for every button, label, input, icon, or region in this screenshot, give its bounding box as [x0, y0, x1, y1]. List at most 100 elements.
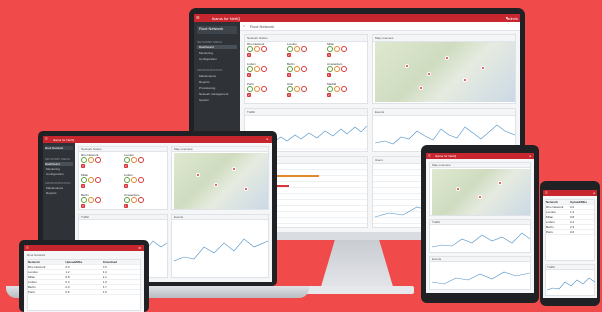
user-icon[interactable]: ●: [529, 154, 531, 158]
status-bad-icon: [340, 66, 347, 72]
node-status-row: [326, 86, 367, 93]
menu-icon[interactable]: ☰: [428, 154, 431, 158]
status-ok-icon: [124, 197, 130, 203]
node-card[interactable]: Paris 2: [247, 82, 287, 97]
map-pin-icon[interactable]: [481, 66, 485, 70]
map-pin-icon[interactable]: [244, 187, 248, 191]
map-pin-icon[interactable]: [419, 86, 423, 90]
node-card[interactable]: London 2: [124, 153, 167, 168]
node-card[interactable]: Berlin 3: [286, 62, 327, 77]
traffic-panel-title: Traffic: [430, 220, 530, 225]
map-pin-icon[interactable]: [445, 56, 449, 60]
map-pin-icon[interactable]: [405, 64, 409, 68]
gear-icon[interactable]: ⚙: [138, 246, 141, 250]
table-row[interactable]: Paris 0.6 1.5: [28, 290, 140, 295]
node-card[interactable]: Amsterdam 1: [124, 193, 167, 208]
sidebar-item-monitoring[interactable]: Monitoring: [199, 51, 213, 55]
map-pin-icon[interactable]: [427, 72, 431, 76]
table-cell: Rho Network: [546, 205, 564, 209]
sidebar-item-provisioning[interactable]: Provisioning: [199, 86, 215, 90]
node-card[interactable]: Lisbon 2: [247, 62, 287, 77]
user-icon[interactable]: ●: [593, 191, 595, 195]
status-ok-icon: [81, 157, 87, 163]
map-pin-icon[interactable]: [196, 173, 200, 177]
node-card[interactable]: Oslo 3: [286, 82, 327, 97]
table-row[interactable]: Paris 0.6: [546, 230, 594, 235]
node-grid: Rho Network 3 London 2 Milan 4 Lisbon 2 Berlin 3 A…: [247, 42, 367, 104]
map-pin-icon[interactable]: [232, 167, 236, 171]
map[interactable]: [432, 169, 530, 215]
menu-icon[interactable]: ☰: [45, 137, 48, 141]
table-header[interactable]: Upload/Mbs: [65, 260, 102, 264]
map-pin-icon[interactable]: [463, 78, 467, 82]
node-card[interactable]: London 2: [286, 42, 327, 57]
status-badge: 3: [247, 53, 251, 57]
sidebar-title[interactable]: Root Network: [197, 26, 237, 34]
nodes-panel: Network Nodes Rho Network 3 London 2 Milan 4 L…: [244, 34, 368, 104]
table-cell: 1.0: [102, 280, 107, 284]
node-card[interactable]: Amsterdam 1: [326, 62, 367, 77]
node-status-row: [124, 157, 167, 164]
breadcrumb: ⌕ Root Network: [240, 22, 520, 31]
traffic-panel-title: Traffic: [546, 265, 594, 270]
sidebar-item-reports[interactable]: Reports: [46, 191, 57, 195]
table-header[interactable]: Network: [28, 260, 65, 264]
sidebar-item-configuration[interactable]: Configuration: [46, 172, 64, 176]
menu-icon[interactable]: ☰: [196, 15, 200, 20]
status-badge: 1: [124, 204, 128, 208]
traffic-chart: [547, 277, 595, 291]
table-cell: 2.1: [102, 275, 107, 279]
node-card[interactable]: Milan 4: [81, 173, 124, 188]
node-card[interactable]: Madrid 2: [326, 82, 367, 97]
map-pin-icon[interactable]: [478, 195, 482, 199]
status-badge: 3: [286, 73, 291, 77]
map-pin-icon[interactable]: [498, 181, 502, 185]
node-card[interactable]: Milan 4: [326, 42, 367, 57]
sidebar-item-system[interactable]: System: [199, 98, 209, 102]
phone: ☰ ● Network Upload/Mbs Rho Network 0.0 Lon…: [540, 181, 600, 306]
map[interactable]: [174, 153, 268, 209]
user-name[interactable]: admin: [507, 16, 518, 21]
menu-icon[interactable]: ☰: [26, 246, 29, 250]
node-status-row: [326, 66, 367, 73]
phone-screen: ☰ ● Network Upload/Mbs Rho Network 0.0 Lon…: [543, 190, 597, 298]
map-pin-icon[interactable]: [214, 183, 218, 187]
table-cell: 0.8: [570, 215, 575, 219]
sidebar-item-maintenance[interactable]: Maintenance: [46, 186, 63, 190]
table-header[interactable]: Upload/Mbs: [570, 200, 594, 204]
sidebar-item-reports[interactable]: Reports: [199, 80, 210, 84]
node-card[interactable]: Lisbon 2: [124, 173, 167, 188]
sidebar-item-configuration[interactable]: Configuration: [199, 57, 217, 61]
status-ok-icon: [81, 177, 87, 183]
network-table: Network Upload/Mbs Rho Network 0.0 London 1…: [545, 199, 595, 261]
menu-icon[interactable]: ☰: [545, 191, 548, 195]
nodes-panel: Network Nodes Rho Network 3 London 2 Milan 4 L…: [78, 146, 168, 210]
sidebar-title[interactable]: Root Network: [45, 146, 73, 150]
sidebar-item-maintenance[interactable]: Maintenance: [199, 74, 216, 78]
node-card[interactable]: Berlin 3: [81, 193, 124, 208]
map[interactable]: [375, 42, 515, 102]
status-warn-icon: [293, 66, 300, 72]
events-chart: [432, 271, 530, 285]
user-icon[interactable]: ●: [266, 137, 268, 141]
status-warn-icon: [293, 46, 300, 52]
events-panel-title: Events: [172, 215, 268, 220]
status-bad-icon: [95, 177, 101, 183]
table-header[interactable]: Download: [103, 260, 140, 264]
status-badge: 2: [247, 73, 251, 77]
table-cell: Lisbon: [546, 220, 555, 224]
sidebar-item-monitoring[interactable]: Monitoring: [46, 167, 60, 171]
sidebar-item-dashboard[interactable]: Dashboard: [197, 45, 237, 49]
table-cell: 3.4: [102, 270, 107, 274]
sidebar-item-network-management[interactable]: Network management: [199, 92, 228, 96]
map-pin-icon[interactable]: [456, 187, 460, 191]
node-card[interactable]: Rho Network 3: [247, 42, 287, 57]
status-warn-icon: [254, 66, 260, 72]
table-header[interactable]: Network: [546, 200, 570, 204]
status-ok-icon: [326, 86, 333, 92]
search-icon[interactable]: ⌕: [243, 23, 245, 28]
node-card[interactable]: Rho Network 3: [81, 153, 124, 168]
table-cell: 0.0: [102, 265, 107, 269]
status-badge: 3: [81, 204, 85, 208]
sidebar-item-dashboard[interactable]: Dashboard: [45, 162, 73, 166]
